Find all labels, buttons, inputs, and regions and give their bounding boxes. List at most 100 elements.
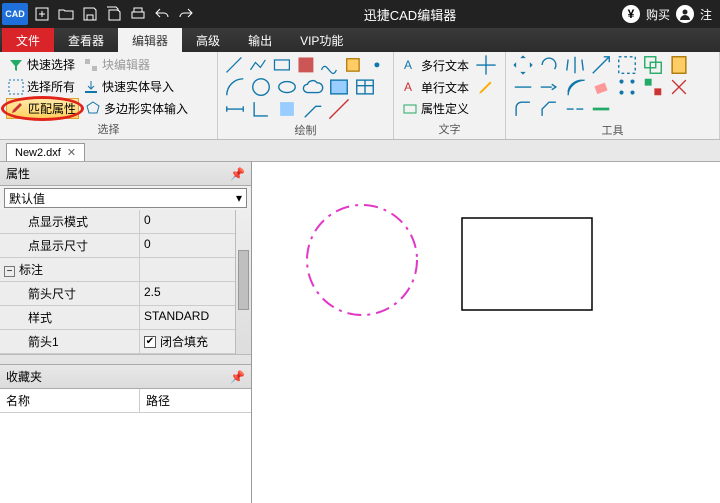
prop-name: 箭头尺寸 xyxy=(0,282,140,305)
user-icon[interactable] xyxy=(676,5,694,23)
ellipse-icon[interactable] xyxy=(276,76,298,98)
line-icon[interactable] xyxy=(224,54,244,76)
favorites-title: 收藏夹 xyxy=(6,368,42,385)
attdef-icon xyxy=(402,101,418,117)
pin-icon[interactable]: 📌 xyxy=(230,167,245,181)
tool-offset-icon[interactable] xyxy=(564,76,586,98)
insert-image-icon[interactable] xyxy=(328,76,350,98)
table-icon[interactable] xyxy=(354,76,376,98)
tab-file[interactable]: 文件 xyxy=(2,28,54,52)
tool-extend-icon[interactable] xyxy=(538,76,560,98)
edit-icon[interactable] xyxy=(475,76,497,98)
tool-paste-icon[interactable] xyxy=(668,54,690,76)
title-bar: CAD 迅捷CAD编辑器 ¥ 购买 注 xyxy=(0,0,720,28)
tab-viewer[interactable]: 查看器 xyxy=(54,28,118,52)
prop-value[interactable]: STANDARD xyxy=(140,306,235,329)
favorites-header: 收藏夹 📌 xyxy=(0,364,251,389)
prop-value[interactable]: ✔闭合填充 xyxy=(140,330,235,353)
stext-icon: A xyxy=(402,79,418,95)
spline-icon[interactable] xyxy=(319,54,339,76)
tab-output[interactable]: 输出 xyxy=(234,28,286,52)
default-combo[interactable]: 默认值 ▾ xyxy=(4,188,247,208)
buy-label[interactable]: 购买 xyxy=(646,6,670,23)
saveall-icon[interactable] xyxy=(103,3,125,25)
tab-advanced[interactable]: 高级 xyxy=(182,28,234,52)
app-title: 迅捷CAD编辑器 xyxy=(198,5,622,24)
document-tab[interactable]: New2.dxf ✕ xyxy=(6,143,85,161)
rect-icon[interactable] xyxy=(272,54,292,76)
polygon-entity-input-button[interactable]: 多边形实体输入 xyxy=(83,99,190,118)
pin-icon[interactable]: 📌 xyxy=(230,370,245,384)
quick-entity-import-button[interactable]: 快速实体导入 xyxy=(81,77,176,96)
tool-trim-icon[interactable] xyxy=(512,76,534,98)
collapse-icon[interactable]: − xyxy=(4,266,15,277)
prop-value[interactable]: 2.5 xyxy=(140,282,235,305)
prop-value[interactable]: 0 xyxy=(140,234,235,257)
quick-select-button[interactable]: 快速选择 xyxy=(6,55,77,74)
col-name[interactable]: 名称 xyxy=(0,389,140,412)
circle-icon[interactable] xyxy=(250,76,272,98)
tool-chamfer-icon[interactable] xyxy=(538,98,560,120)
tab-vip[interactable]: VIP功能 xyxy=(286,28,357,52)
polyline-icon[interactable] xyxy=(248,54,268,76)
currency-icon[interactable]: ¥ xyxy=(622,5,640,23)
leader-icon[interactable] xyxy=(302,98,324,120)
point-icon[interactable] xyxy=(367,54,387,76)
scrollbar[interactable] xyxy=(235,210,251,354)
tool-copy-icon[interactable] xyxy=(642,54,664,76)
brush-icon xyxy=(9,100,25,116)
tool-join-icon[interactable] xyxy=(590,98,612,120)
scrollbar-thumb[interactable] xyxy=(238,250,249,310)
cloud-icon[interactable] xyxy=(302,76,324,98)
tool-group-icon[interactable] xyxy=(642,76,664,98)
menu-bar: 文件 查看器 编辑器 高级 输出 VIP功能 xyxy=(0,28,720,52)
property-grid: 点显示模式0 点显示尺寸0 −标注 箭头尺寸2.5 样式STANDARD 箭头1… xyxy=(0,210,251,354)
arc-icon[interactable] xyxy=(224,76,246,98)
prop-value[interactable]: 0 xyxy=(140,210,235,233)
xline-icon[interactable] xyxy=(328,98,350,120)
match-properties-button[interactable]: 匹配属性 xyxy=(6,98,79,119)
drawing-canvas[interactable] xyxy=(252,162,720,503)
open-icon[interactable] xyxy=(55,3,77,25)
tool-fillet-icon[interactable] xyxy=(512,98,534,120)
tool-mirror-icon[interactable] xyxy=(564,54,586,76)
tool-explode-icon[interactable] xyxy=(668,76,690,98)
save-icon[interactable] xyxy=(79,3,101,25)
ribbon-group-tools: 工具 xyxy=(506,52,720,139)
properties-title: 属性 xyxy=(6,165,30,182)
ortho-icon[interactable] xyxy=(250,98,272,120)
col-path[interactable]: 路径 xyxy=(140,389,176,412)
close-tab-icon[interactable]: ✕ xyxy=(67,146,76,159)
tool-break-icon[interactable] xyxy=(564,98,586,120)
combo-value: 默认值 xyxy=(9,190,45,207)
block-insert-icon[interactable] xyxy=(276,98,298,120)
stext-button[interactable]: A单行文本 xyxy=(400,78,471,97)
group-label-select: 选择 xyxy=(6,119,211,139)
prop-category[interactable]: −标注 xyxy=(0,258,140,281)
mtext-button[interactable]: A多行文本 xyxy=(400,56,471,75)
tab-editor[interactable]: 编辑器 xyxy=(118,28,182,52)
undo-icon[interactable] xyxy=(151,3,173,25)
tool-erase-icon[interactable] xyxy=(590,76,612,98)
tool-select-icon[interactable] xyxy=(616,54,638,76)
redo-icon[interactable] xyxy=(175,3,197,25)
attdef-button[interactable]: 属性定义 xyxy=(400,99,471,118)
favorites-list xyxy=(0,413,251,503)
tool-rotate-icon[interactable] xyxy=(538,54,560,76)
new-icon[interactable] xyxy=(31,3,53,25)
checkbox-icon[interactable]: ✔ xyxy=(144,336,156,348)
move-icon[interactable] xyxy=(475,54,497,76)
tool-move-icon[interactable] xyxy=(512,54,534,76)
ribbon-group-text: A多行文本 A单行文本 属性定义 文字 xyxy=(394,52,506,139)
select-all-button[interactable]: 选择所有 xyxy=(6,77,77,96)
tool-scale-icon[interactable] xyxy=(590,54,612,76)
document-tab-strip: New2.dxf ✕ xyxy=(0,140,720,162)
favorites-columns: 名称 路径 xyxy=(0,389,251,413)
region-icon[interactable] xyxy=(343,54,363,76)
login-label[interactable]: 注 xyxy=(700,6,712,23)
hatch-icon[interactable] xyxy=(296,54,316,76)
polygon-icon xyxy=(85,100,101,116)
tool-array-icon[interactable] xyxy=(616,76,638,98)
print-icon[interactable] xyxy=(127,3,149,25)
dim-linear-icon[interactable] xyxy=(224,98,246,120)
